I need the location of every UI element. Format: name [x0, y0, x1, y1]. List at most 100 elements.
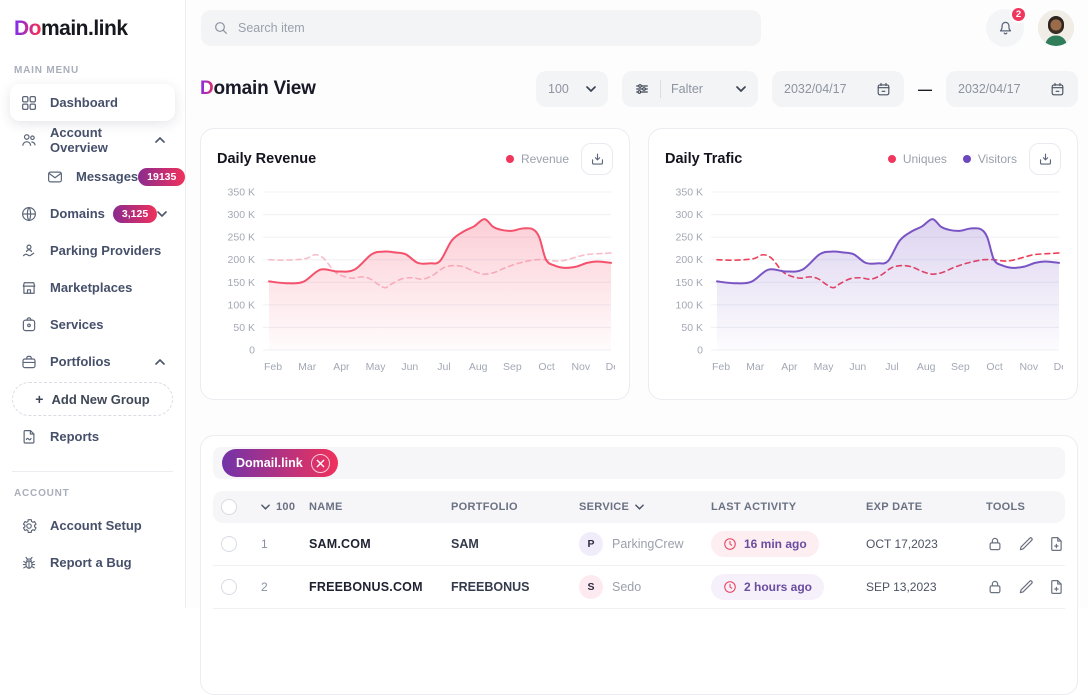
- page-size-select[interactable]: 100: [536, 71, 608, 107]
- svg-text:200 K: 200 K: [228, 254, 255, 266]
- service-cell: P ParkingCrew: [579, 532, 711, 556]
- filter-dropdown[interactable]: Falter: [622, 71, 758, 107]
- service-initial-avatar: P: [579, 532, 603, 556]
- daily-revenue-card: Daily Revenue Revenue 350 K300 K250 K200…: [200, 128, 630, 400]
- date-to-picker[interactable]: 2032/04/17: [946, 71, 1078, 107]
- domain-name: FREEBONUS.COM: [309, 580, 451, 594]
- calendar-icon: [875, 81, 892, 98]
- table-row: 2 FREEBONUS.COM FREEBONUS S Sedo 2 hours…: [213, 566, 1065, 609]
- edit-pencil-button[interactable]: [1017, 578, 1035, 596]
- select-all-checkbox[interactable]: [221, 499, 237, 515]
- download-icon: [1037, 151, 1054, 168]
- legend-item: Uniques: [888, 152, 947, 166]
- row-number: 2: [261, 580, 309, 594]
- chevron-down-icon: [635, 504, 644, 510]
- add-new-group-button[interactable]: + Add New Group: [12, 382, 173, 416]
- search-input[interactable]: [238, 21, 749, 35]
- edit-pencil-button[interactable]: [1017, 535, 1035, 553]
- sidebar-item-report-a-bug[interactable]: Report a Bug: [10, 544, 175, 581]
- column-count[interactable]: 100: [261, 501, 309, 513]
- app-logo: Domain.link: [0, 0, 185, 51]
- download-chart-button[interactable]: [581, 143, 613, 175]
- date-to-value: 2032/04/17: [958, 82, 1021, 96]
- sidebar-item-account-setup[interactable]: Account Setup: [10, 507, 175, 544]
- sidebar-item-dashboard[interactable]: Dashboard: [10, 84, 175, 121]
- column-name: NAME: [309, 501, 451, 513]
- svg-text:350 K: 350 K: [228, 187, 255, 199]
- svg-text:Nov: Nov: [1019, 361, 1038, 373]
- lock-button[interactable]: [986, 578, 1004, 596]
- sidebar-section-main-menu: MAIN MENU: [0, 51, 185, 84]
- add-new-group-label: Add New Group: [51, 392, 149, 407]
- table-filter-bar: Domail.link: [213, 447, 1065, 479]
- search-bar: [201, 10, 761, 46]
- bug-icon: [20, 554, 38, 572]
- sidebar-item-services[interactable]: Services: [10, 306, 175, 343]
- chart-header: Daily Revenue Revenue: [217, 142, 613, 176]
- sidebar-item-account-overview[interactable]: Account Overview: [10, 121, 175, 158]
- sidebar-item-label: Domains: [50, 206, 105, 221]
- legend-label: Visitors: [978, 152, 1017, 166]
- sidebar-section-account: ACCOUNT: [0, 474, 185, 507]
- svg-text:Aug: Aug: [917, 361, 936, 373]
- sidebar-item-marketplaces[interactable]: Marketplaces: [10, 269, 175, 306]
- svg-text:150 K: 150 K: [676, 277, 703, 289]
- sidebar-item-label: Report a Bug: [50, 555, 132, 570]
- chart-legend: Uniques Visitors: [888, 152, 1017, 166]
- chevron-down-icon: [586, 86, 596, 92]
- notification-count-badge: 2: [1010, 6, 1027, 23]
- chart-legend: Revenue: [506, 152, 569, 166]
- tools-cell: [986, 578, 1078, 596]
- column-portfolio: PORTFOLIO: [451, 501, 579, 513]
- sidebar-item-parking-providers[interactable]: Parking Providers: [10, 232, 175, 269]
- main-area: 2 Domain View 100: [187, 0, 1088, 608]
- svg-text:Jun: Jun: [849, 361, 866, 373]
- users-icon: [20, 131, 38, 149]
- column-count-label: 100: [276, 501, 295, 513]
- globe-icon: [20, 205, 38, 223]
- svg-text:Apr: Apr: [333, 361, 350, 373]
- download-icon: [589, 151, 606, 168]
- search-icon: [213, 20, 229, 36]
- svg-text:Dec: Dec: [1054, 361, 1063, 373]
- remove-filter-button[interactable]: [311, 454, 330, 473]
- svg-text:300 K: 300 K: [228, 209, 255, 221]
- svg-text:Mar: Mar: [298, 361, 317, 373]
- logo-gradient-text: Do: [14, 17, 41, 40]
- service-name: Sedo: [612, 580, 641, 594]
- topbar: 2: [187, 0, 1088, 55]
- briefcase-icon: [20, 353, 38, 371]
- last-activity-cell: 16 min ago: [711, 531, 866, 557]
- svg-text:Oct: Oct: [986, 361, 1002, 373]
- lock-button[interactable]: [986, 535, 1004, 553]
- chart-title: Daily Trafic: [665, 151, 742, 167]
- sidebar-item-messages[interactable]: Messages 19135: [36, 158, 175, 195]
- column-service[interactable]: SERVICE: [579, 501, 711, 513]
- svg-text:Apr: Apr: [781, 361, 798, 373]
- date-from-value: 2032/04/17: [784, 82, 847, 96]
- notifications-button[interactable]: 2: [986, 9, 1024, 47]
- sidebar-item-reports[interactable]: Reports: [10, 418, 175, 455]
- file-add-button[interactable]: [1048, 535, 1066, 553]
- row-checkbox[interactable]: [221, 579, 237, 595]
- date-from-picker[interactable]: 2032/04/17: [772, 71, 904, 107]
- service-cell: S Sedo: [579, 575, 711, 599]
- user-avatar[interactable]: [1038, 10, 1074, 46]
- table-header-row: 100 NAME PORTFOLIO SERVICE LAST ACTIVITY…: [213, 491, 1065, 523]
- chart-title: Daily Revenue: [217, 151, 316, 167]
- download-chart-button[interactable]: [1029, 143, 1061, 175]
- sidebar-item-domains[interactable]: Domains 3,125: [10, 195, 175, 232]
- svg-text:May: May: [366, 361, 387, 373]
- svg-text:100 K: 100 K: [228, 299, 255, 311]
- svg-text:0: 0: [697, 345, 703, 357]
- svg-text:150 K: 150 K: [228, 277, 255, 289]
- svg-text:Mar: Mar: [746, 361, 765, 373]
- svg-text:Oct: Oct: [538, 361, 554, 373]
- svg-text:Feb: Feb: [712, 361, 730, 373]
- chevron-up-icon: [155, 359, 165, 365]
- file-add-button[interactable]: [1048, 578, 1066, 596]
- sidebar-item-portfolios[interactable]: Portfolios: [10, 343, 175, 380]
- legend-dot-icon: [963, 155, 971, 163]
- calendar-icon: [1049, 81, 1066, 98]
- row-checkbox[interactable]: [221, 536, 237, 552]
